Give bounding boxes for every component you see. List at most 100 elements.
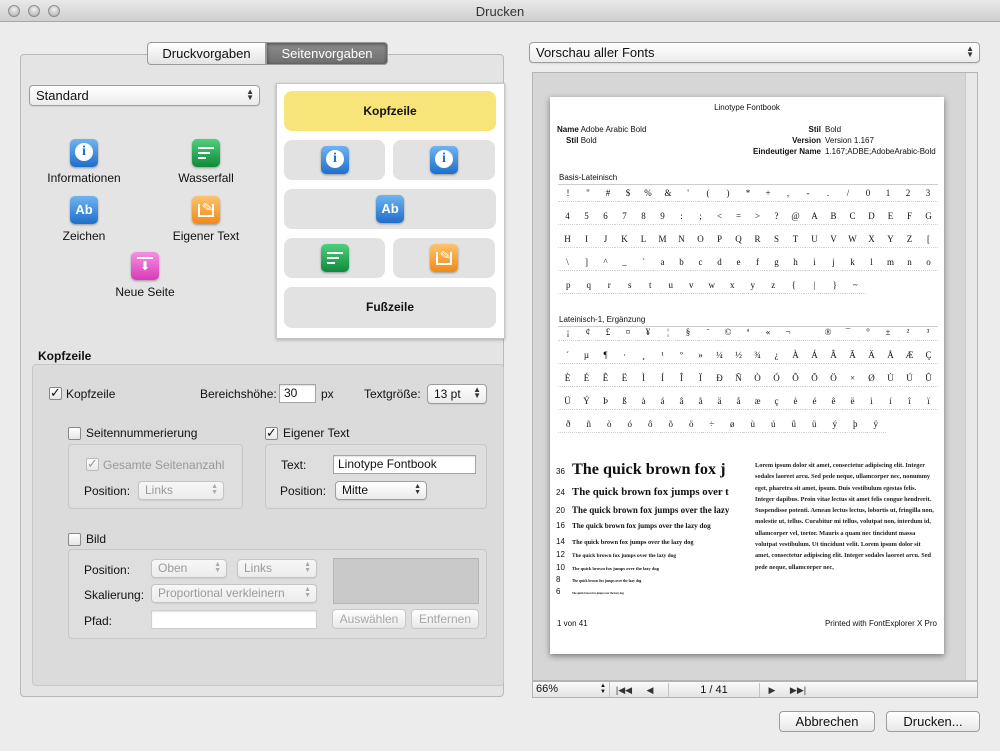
- unique-name-value: 1.167;ADBE;AdobeArabic-Bold: [825, 147, 936, 156]
- preview-mode-select[interactable]: Vorschau aller Fonts ▲ ▼: [529, 42, 980, 63]
- glyph-cell: m: [881, 253, 900, 271]
- glyph-cell: t: [640, 276, 661, 294]
- title-bar: Drucken: [0, 0, 1000, 22]
- info-icon: i: [70, 139, 98, 167]
- waterfall-size: 12: [556, 550, 565, 559]
- tab-druckvorgaben[interactable]: Druckvorgaben: [147, 42, 266, 65]
- glyph-cell: c: [691, 253, 710, 271]
- total-pages-checkbox[interactable]: [86, 456, 99, 472]
- glyph-cell: T: [786, 230, 805, 248]
- image-horizontal-position-select[interactable]: Links ▲ ▼: [237, 559, 317, 578]
- updown-arrows-icon: ▲ ▼: [246, 87, 254, 102]
- glyph-row: ´ µ ¶ · ¸ ¹ º» ¼ ½ ¾ ¿ À Á Â Ã Ä Å Æ Ç: [558, 346, 938, 364]
- glyph-cell: ô: [640, 415, 661, 433]
- waterfall-text: The quick brown fox jumps over t: [572, 486, 729, 498]
- glyph-cell: +: [758, 184, 778, 202]
- image-checkbox[interactable]: [68, 533, 81, 546]
- glyph-cell: °: [858, 323, 878, 341]
- custom-text-checkbox[interactable]: [265, 425, 278, 441]
- waterfall-icon: [192, 139, 220, 167]
- numbering-position-label: Position:: [84, 484, 131, 498]
- glyph-cell: »: [691, 346, 710, 364]
- custom-text-icon: ✎: [430, 244, 458, 272]
- page-indicator: 1 / 41: [668, 683, 760, 697]
- kopfzeile-checkbox-label: Kopfzeile: [66, 387, 116, 401]
- layout-slot-characters[interactable]: Ab: [284, 189, 496, 229]
- preview-page: Linotype Fontbook Name Adobe Arabic Bold…: [550, 97, 944, 654]
- waterfall-text: The quick brown fox j: [572, 460, 726, 478]
- glyph-cell: ¤: [618, 323, 638, 341]
- layout-slot-waterfall[interactable]: [284, 238, 385, 278]
- kopfzeile-checkbox[interactable]: [49, 385, 62, 401]
- next-page-icon[interactable]: ▶: [761, 683, 783, 697]
- glyph-cell: ¢: [578, 323, 598, 341]
- height-input[interactable]: 30: [279, 384, 316, 403]
- glyph-cell: ¸: [634, 346, 653, 364]
- version-value: Version 1.167: [825, 136, 874, 145]
- lorem-text: Lorem ipsum dolor sit amet, consectetur …: [755, 462, 934, 571]
- glyph-cell: 3: [918, 184, 938, 202]
- glyph-cell: ?: [767, 207, 786, 225]
- glyph-cell: ^: [596, 253, 615, 271]
- preview-scrollbar[interactable]: [965, 73, 977, 680]
- layout-slot-info-left[interactable]: i: [284, 140, 385, 180]
- custom-text-input[interactable]: Linotype Fontbook: [333, 455, 476, 474]
- updown-arrows-icon: ▲ ▼: [214, 561, 221, 574]
- glyph-cell: J: [596, 230, 615, 248]
- glyph-cell: Æ: [900, 346, 919, 364]
- glyph-cell: Ê: [596, 369, 615, 387]
- page-numbering-checkbox[interactable]: [68, 427, 81, 440]
- image-scale-select[interactable]: Proportional verkleinern ▲ ▼: [151, 584, 317, 603]
- remove-image-button[interactable]: Entfernen: [411, 609, 479, 629]
- waterfall-size: 20: [556, 506, 565, 515]
- glyph-cell: Â: [824, 346, 843, 364]
- glyph-cell: á: [653, 392, 672, 410]
- glyph-cell: é: [805, 392, 824, 410]
- stil2-value: Bold: [825, 125, 842, 134]
- glyph-cell: j: [824, 253, 843, 271]
- layout-slot-info-right[interactable]: i: [393, 140, 495, 180]
- waterfall-text: The quick brown fox jumps over the lazy …: [572, 579, 642, 583]
- previous-page-icon[interactable]: ◀: [639, 683, 661, 697]
- glyph-cell: ÷: [701, 415, 722, 433]
- image-scale-value: Proportional verkleinern: [158, 586, 285, 600]
- numbering-position-select[interactable]: Links ▲ ▼: [138, 481, 224, 500]
- custom-text-position-label: Position:: [280, 484, 327, 498]
- glyph-cell: Q: [729, 230, 748, 248]
- zoom-select[interactable]: 66% ▲ ▼: [534, 682, 610, 697]
- glyph-cell: û: [783, 415, 804, 433]
- print-button[interactable]: Drucken...: [886, 711, 980, 732]
- glyph-cell: ú: [763, 415, 784, 433]
- waterfall-line: 36 The quick brown fox j: [556, 460, 726, 479]
- tab-seitenvorgaben[interactable]: Seitenvorgaben: [266, 42, 388, 65]
- last-page-icon[interactable]: ▶▶|: [787, 683, 809, 697]
- preview-toolbar: 66% ▲ ▼ |◀◀ ◀ 1 / 41 ▶ ▶▶|: [532, 681, 978, 698]
- glyph-cell: Õ: [805, 369, 824, 387]
- waterfall-size: 24: [556, 488, 565, 497]
- glyph-cell: :: [672, 207, 691, 225]
- glyph-row: ð ñ ò ó ô õ ö ÷ ø ù ú û ü ý þ ÿ: [558, 415, 938, 433]
- layout-footer-slot[interactable]: Fußzeile: [284, 287, 496, 328]
- preset-select[interactable]: Standard ▲ ▼: [29, 85, 260, 106]
- image-path-input[interactable]: [151, 610, 317, 629]
- page-numbering-label: Seitennummerierung: [86, 426, 198, 440]
- glyph-cell: b: [672, 253, 691, 271]
- glyph-cell: G: [919, 207, 938, 225]
- glyph-cell: Ï: [691, 369, 710, 387]
- glyph-cell: Ì: [634, 369, 653, 387]
- glyph-cell: O: [691, 230, 710, 248]
- image-vertical-position-select[interactable]: Oben ▲ ▼: [151, 559, 227, 578]
- glyph-cell: u: [660, 276, 681, 294]
- first-page-icon[interactable]: |◀◀: [613, 683, 635, 697]
- glyph-cell: ¾: [748, 346, 767, 364]
- numbering-position-value: Links: [145, 483, 174, 497]
- text-size-select[interactable]: 13 pt ▲ ▼: [427, 384, 487, 404]
- layout-header-slot[interactable]: Kopfzeile: [284, 91, 496, 131]
- layout-slot-custom-text[interactable]: ✎: [393, 238, 495, 278]
- custom-text-position-select[interactable]: Mitte ▲ ▼: [335, 481, 427, 500]
- window-title: Drucken: [475, 4, 525, 19]
- glyph-cell: ¹: [653, 346, 672, 364]
- choose-image-button[interactable]: Auswählen: [332, 609, 406, 629]
- cancel-button[interactable]: Abbrechen: [779, 711, 875, 732]
- image-path-label: Pfad:: [84, 614, 113, 628]
